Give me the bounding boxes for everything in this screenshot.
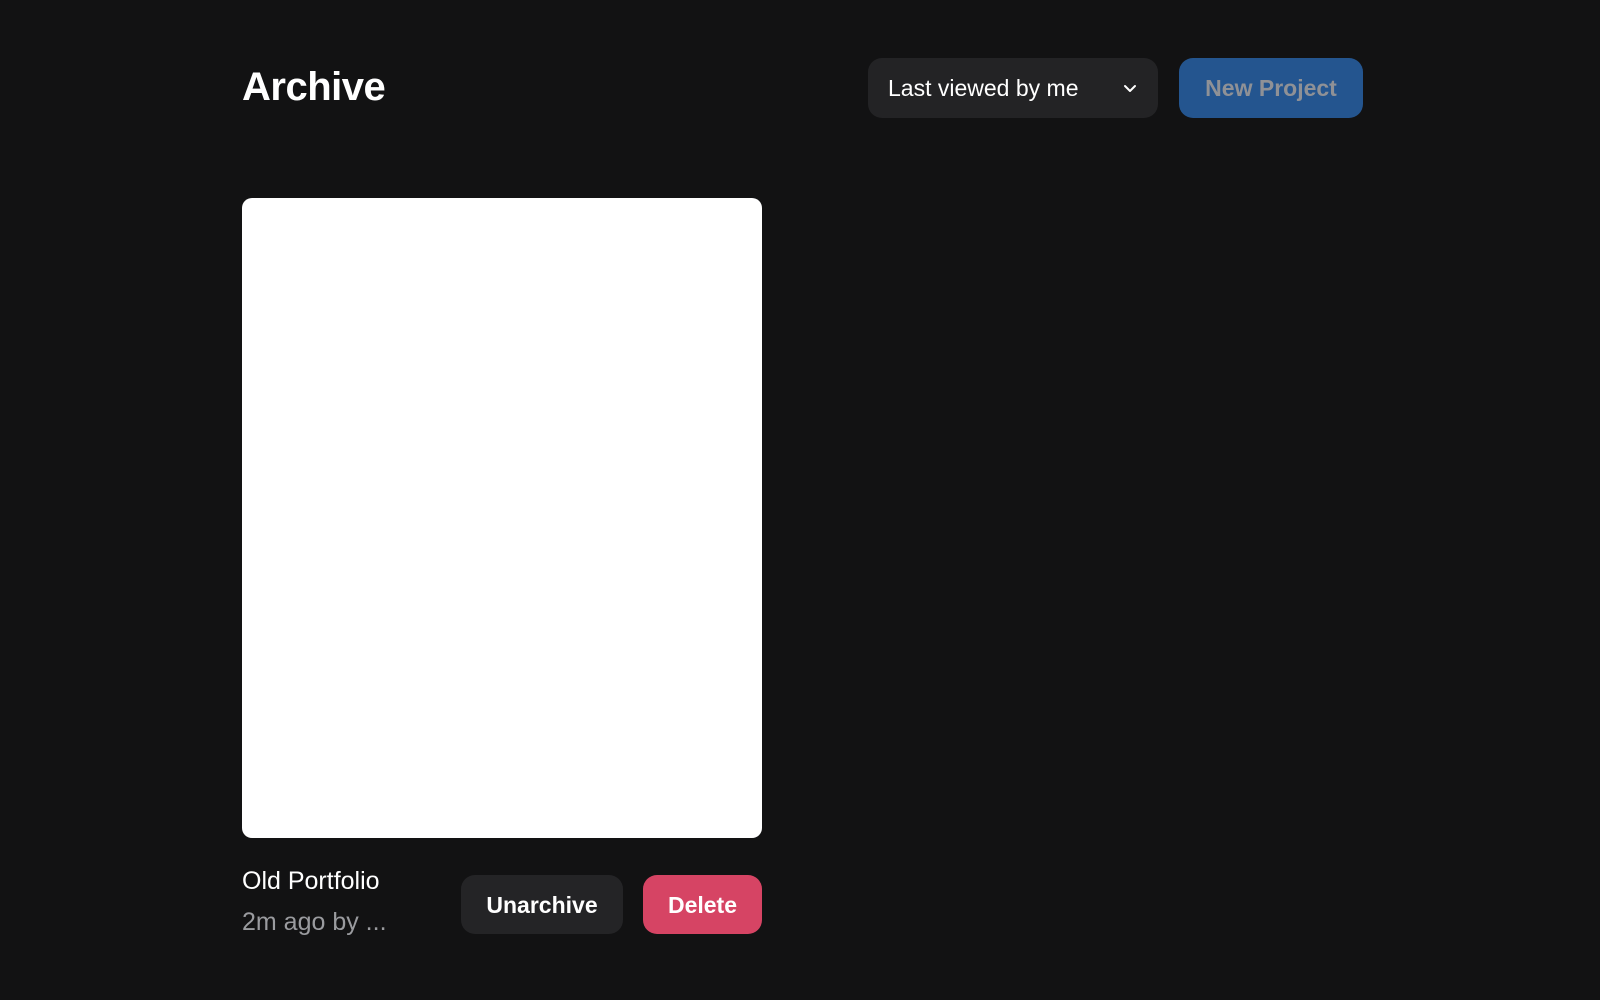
page-title: Archive (242, 65, 386, 109)
project-meta: 2m ago by ... (242, 908, 387, 936)
delete-button[interactable]: Delete (643, 875, 762, 934)
project-thumbnail[interactable] (242, 198, 762, 838)
project-name: Old Portfolio (242, 867, 380, 895)
chevron-down-icon (1124, 85, 1136, 92)
project-card: Old Portfolio 2m ago by ... Unarchive De… (242, 198, 762, 936)
new-project-button[interactable]: New Project (1179, 58, 1363, 118)
sort-dropdown[interactable]: Last viewed by me (868, 58, 1158, 118)
archive-page: Archive Last viewed by me New Project Ol… (0, 0, 1600, 1000)
unarchive-button[interactable]: Unarchive (461, 875, 623, 934)
sort-selected-label: Last viewed by me (888, 75, 1079, 101)
